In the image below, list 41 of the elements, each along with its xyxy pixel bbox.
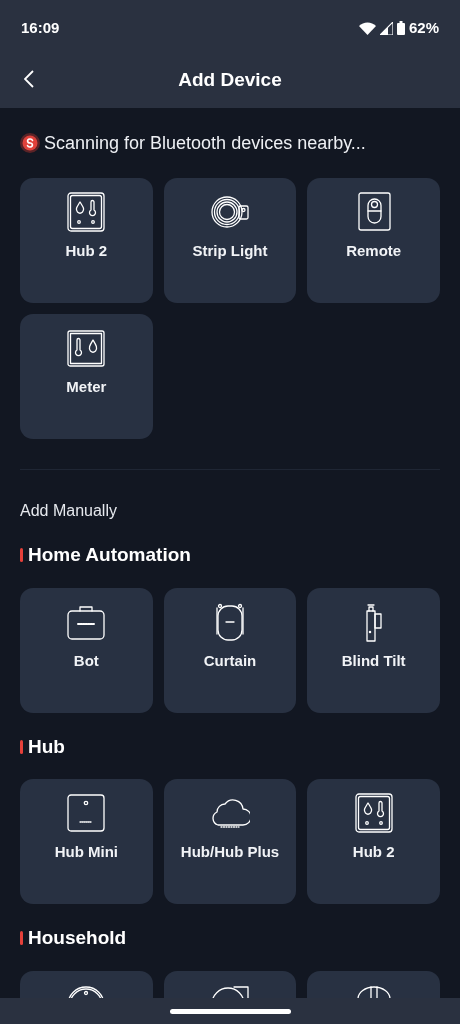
device-tile[interactable]: Strip Light xyxy=(163,178,297,303)
thermometer-drop-icon xyxy=(66,192,107,232)
device-tile[interactable]: Hub 2 xyxy=(307,779,440,904)
thermometer-drop-icon xyxy=(353,793,394,833)
page-title: Add Device xyxy=(178,67,282,92)
heading-accent xyxy=(20,740,23,754)
signal-icon xyxy=(379,21,393,35)
device-tile[interactable]: Hub 2 xyxy=(20,178,153,303)
section-title: Home Automation xyxy=(28,542,191,567)
battery-percent: 62% xyxy=(408,17,439,38)
add-manually-label: Add Manually xyxy=(20,501,117,521)
section-title: Hub xyxy=(28,734,65,759)
status-time: 16:09 xyxy=(21,17,60,38)
thermometer-drop-icon xyxy=(66,328,107,368)
chevron-left-icon xyxy=(24,70,34,88)
heading-accent xyxy=(20,548,23,562)
scanning-message: Scanning for Bluetooth devices nearby... xyxy=(44,131,366,155)
device-label: Blind Tilt xyxy=(341,651,406,671)
device-label: Hub Mini xyxy=(54,842,118,862)
home-handle[interactable] xyxy=(169,1008,291,1014)
device-tile[interactable]: Bot xyxy=(20,588,153,713)
device-label: Strip Light xyxy=(192,241,268,261)
hub-mini-icon xyxy=(66,793,107,833)
device-label: Bot xyxy=(73,651,99,671)
device-label: Hub 2 xyxy=(65,241,108,261)
device-tile[interactable]: Curtain xyxy=(163,588,297,713)
battery-icon xyxy=(396,21,405,35)
device-tile[interactable]: Hub/Hub Plus xyxy=(163,779,297,904)
device-label: Remote xyxy=(346,241,402,261)
section-title: Household xyxy=(28,925,127,950)
device-tile[interactable]: Meter xyxy=(20,314,153,439)
logo-icon xyxy=(20,133,40,153)
device-tile[interactable]: Remote xyxy=(307,178,440,303)
device-label: Hub 2 xyxy=(352,842,395,862)
device-tile[interactable]: Blind Tilt xyxy=(307,588,440,713)
heading-accent xyxy=(20,931,23,945)
wifi-icon xyxy=(358,21,376,35)
device-label: Meter xyxy=(66,377,107,397)
device-label: Curtain xyxy=(203,651,257,671)
device-tile[interactable]: Hub Mini xyxy=(20,779,153,904)
device-label: Hub/Hub Plus xyxy=(180,842,280,862)
